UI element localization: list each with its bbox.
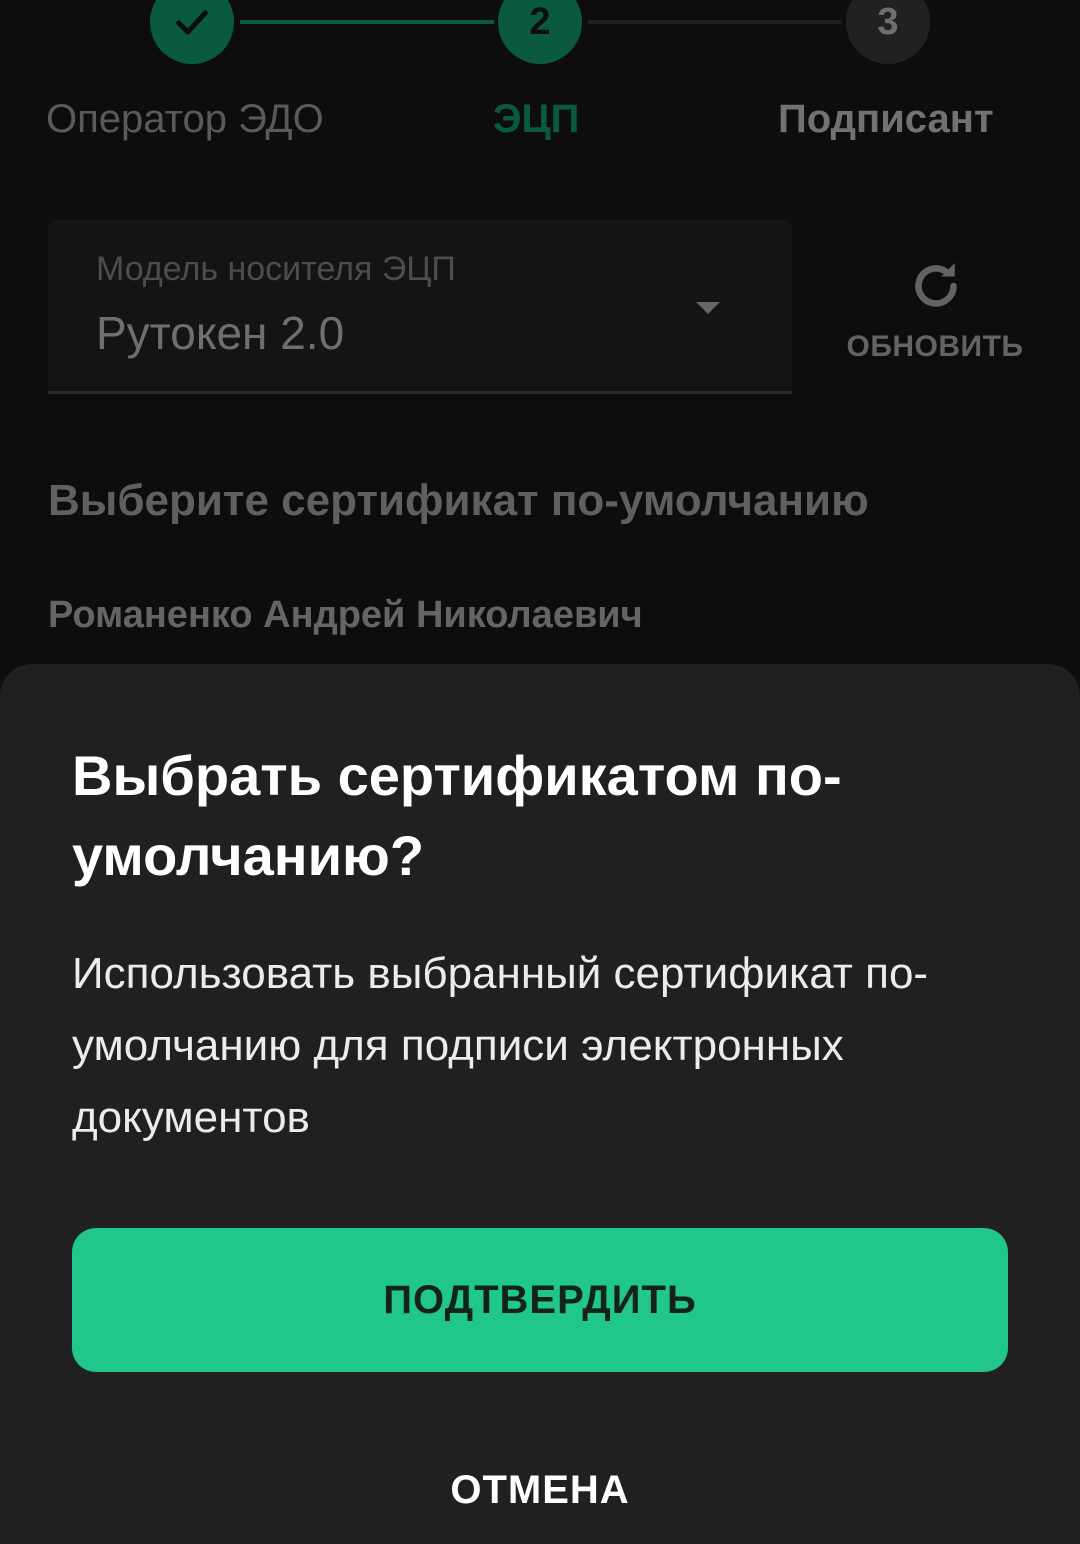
cancel-button[interactable]: ОТМЕНА bbox=[340, 1450, 740, 1530]
confirm-button[interactable]: ПОДТВЕРДИТЬ bbox=[72, 1228, 1008, 1372]
dialog-title: Выбрать сертификатом по-умолчанию? bbox=[72, 744, 842, 887]
confirm-bottom-sheet: Выбрать сертификатом по-умолчанию? Испол… bbox=[0, 664, 1080, 1544]
dialog-message: Использовать выбранный сертификат по-умо… bbox=[72, 949, 929, 1142]
screen: 2 3 Оператор ЭДО ЭЦП Подписант Модель но… bbox=[0, 0, 1080, 1544]
